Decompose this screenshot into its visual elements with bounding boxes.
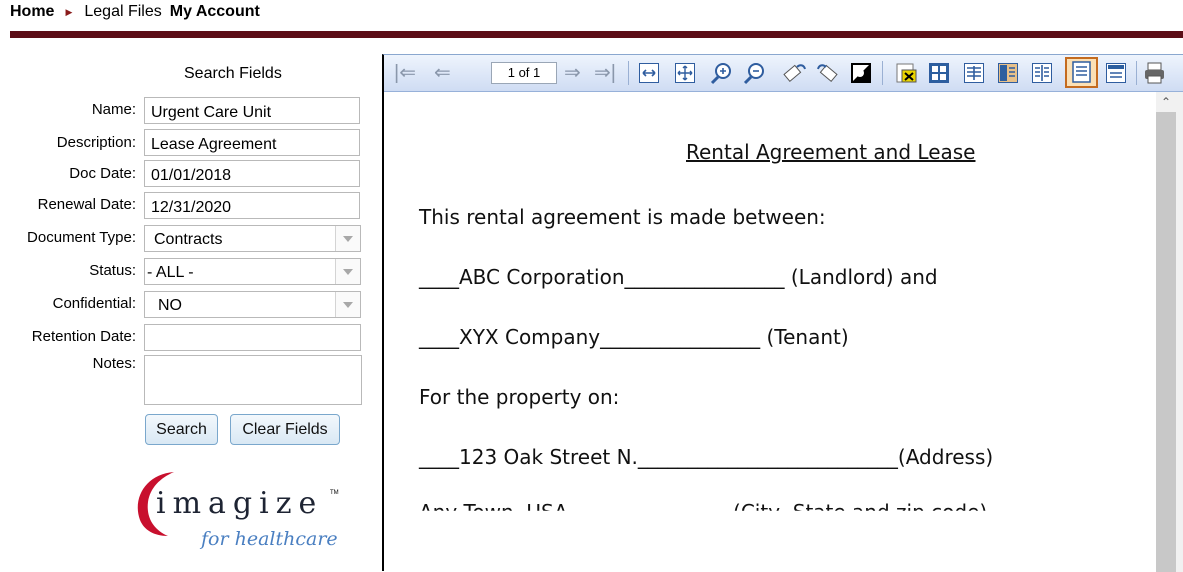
legal-files-link[interactable]: Legal Files: [84, 3, 161, 21]
header-divider: [10, 31, 1183, 38]
layout-split-icon[interactable]: [1032, 63, 1052, 83]
logo-tagline: for healthcare: [201, 528, 338, 550]
document-line: ____123 Oak Street N.___________________…: [419, 445, 994, 469]
layout-single-active[interactable]: [1065, 57, 1098, 88]
delete-page-icon[interactable]: [894, 61, 920, 85]
layout-window-icon[interactable]: [1106, 63, 1126, 83]
logo-wordmark: imagize: [156, 486, 324, 521]
name-field[interactable]: [144, 97, 360, 124]
page-indicator-input[interactable]: 1 of 1: [491, 62, 557, 84]
prev-page-icon[interactable]: ⇐: [434, 62, 451, 84]
first-page-icon[interactable]: |⇐: [394, 62, 416, 84]
breadcrumb: Home ▶ Legal Files My Account: [10, 2, 260, 22]
status-label: Status:: [89, 262, 136, 279]
document-type-label: Document Type:: [27, 229, 136, 246]
notes-label: Notes:: [92, 355, 136, 372]
toolbar-separator: [1136, 61, 1137, 85]
search-fields-title: Search Fields: [184, 65, 282, 82]
document-title: Rental Agreement and Lease: [686, 140, 976, 164]
description-field[interactable]: [144, 129, 360, 156]
document-line: ____XYX Company________________ (Tenant): [419, 325, 849, 349]
imagize-logo: imagize TM for healthcare: [128, 468, 348, 560]
logo-trademark: TM: [330, 490, 339, 496]
zoom-in-icon[interactable]: [709, 61, 735, 85]
rotate-left-icon[interactable]: [781, 61, 809, 85]
description-label: Description:: [56, 134, 136, 151]
name-label: Name:: [91, 101, 136, 118]
next-page-icon[interactable]: ⇒: [564, 62, 581, 84]
document-page: Rental Agreement and Lease This rental a…: [384, 92, 1156, 572]
home-link[interactable]: Home: [10, 3, 54, 21]
chevron-down-icon[interactable]: [335, 259, 360, 284]
document-line: For the property on:: [419, 385, 620, 409]
thumbnails-icon[interactable]: [929, 63, 949, 83]
confidential-value: NO: [158, 297, 182, 314]
document-line: ____ABC Corporation________________ (Lan…: [419, 265, 938, 289]
my-account-link[interactable]: My Account: [170, 3, 260, 21]
zoom-out-icon[interactable]: [742, 61, 768, 85]
invert-icon[interactable]: [849, 61, 873, 85]
document-viewer: |⇐ ⇐ 1 of 1 ⇒ ⇒| Rental Agreement and Le…: [382, 54, 1183, 572]
search-button[interactable]: Search: [145, 414, 218, 445]
scroll-up-icon[interactable]: ⌃: [1161, 95, 1171, 109]
scroll-thumb[interactable]: [1156, 112, 1176, 572]
chevron-down-icon[interactable]: [335, 292, 360, 317]
document-type-value: Contracts: [154, 231, 223, 248]
clear-fields-button[interactable]: Clear Fields: [230, 414, 340, 445]
retention-date-field[interactable]: [144, 324, 361, 351]
document-line: This rental agreement is made between:: [419, 205, 826, 229]
vertical-scrollbar[interactable]: ⌃: [1156, 92, 1183, 572]
doc-date-label: Doc Date:: [69, 165, 136, 182]
retention-date-label: Retention Date:: [31, 328, 136, 345]
layout-columns-icon[interactable]: [998, 63, 1018, 83]
document-type-select[interactable]: Contracts: [144, 225, 361, 252]
confidential-select[interactable]: NO: [144, 291, 361, 318]
document-line: Any Town, USA (City, State and zip code): [419, 500, 988, 524]
last-page-icon[interactable]: ⇒|: [594, 62, 616, 84]
status-select[interactable]: - ALL -: [144, 258, 361, 285]
viewer-toolbar: |⇐ ⇐ 1 of 1 ⇒ ⇒|: [384, 55, 1183, 92]
notes-textarea[interactable]: [144, 355, 362, 405]
toolbar-separator: [882, 61, 883, 85]
doc-date-field[interactable]: [144, 160, 360, 187]
toolbar-separator: [628, 61, 629, 85]
breadcrumb-arrow-icon: ▶: [65, 6, 73, 17]
status-value: - ALL -: [147, 264, 194, 281]
confidential-label: Confidential:: [52, 295, 136, 312]
renewal-date-label: Renewal Date:: [37, 196, 136, 213]
chevron-down-icon[interactable]: [335, 226, 360, 251]
print-icon[interactable]: [1142, 61, 1168, 85]
layout-list-icon[interactable]: [964, 63, 984, 83]
fit-width-icon[interactable]: [639, 63, 659, 83]
rotate-right-icon[interactable]: [814, 61, 842, 85]
fit-page-icon[interactable]: [675, 63, 695, 83]
renewal-date-field[interactable]: [144, 192, 360, 219]
